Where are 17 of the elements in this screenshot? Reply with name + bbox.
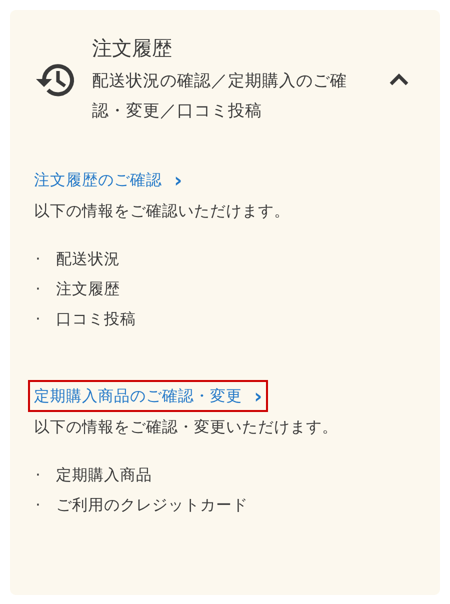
description-text: 以下の情報をご確認いただけます。 [34,201,291,222]
bullet-mark: · [34,495,42,516]
bullet-mark: · [34,465,42,486]
list-item-text: 口コミ投稿 [56,309,136,330]
list-item-text: 注文履歴 [56,279,120,300]
section-link[interactable]: 注文履歴のご確認 › [32,164,188,196]
section-link[interactable]: 定期購入商品のご確認・変更 › [28,380,268,412]
collapse-icon[interactable] [388,73,410,87]
section-subtitle: 配送状況の確認／定期購入のご確認・変更／口コミ投稿 [92,70,348,122]
bullet-mark: · [34,279,42,300]
list-item-text: ご利用のクレジットカード [56,495,248,516]
bullet-mark: · [34,309,42,330]
description-text: 以下の情報をご確認・変更いただけます。 [34,417,339,438]
list-item-text: 配送状況 [56,249,120,270]
section-title: 注文履歴 [92,35,173,62]
list-item-text: 定期購入商品 [56,465,152,486]
bullet-mark: · [34,249,42,270]
